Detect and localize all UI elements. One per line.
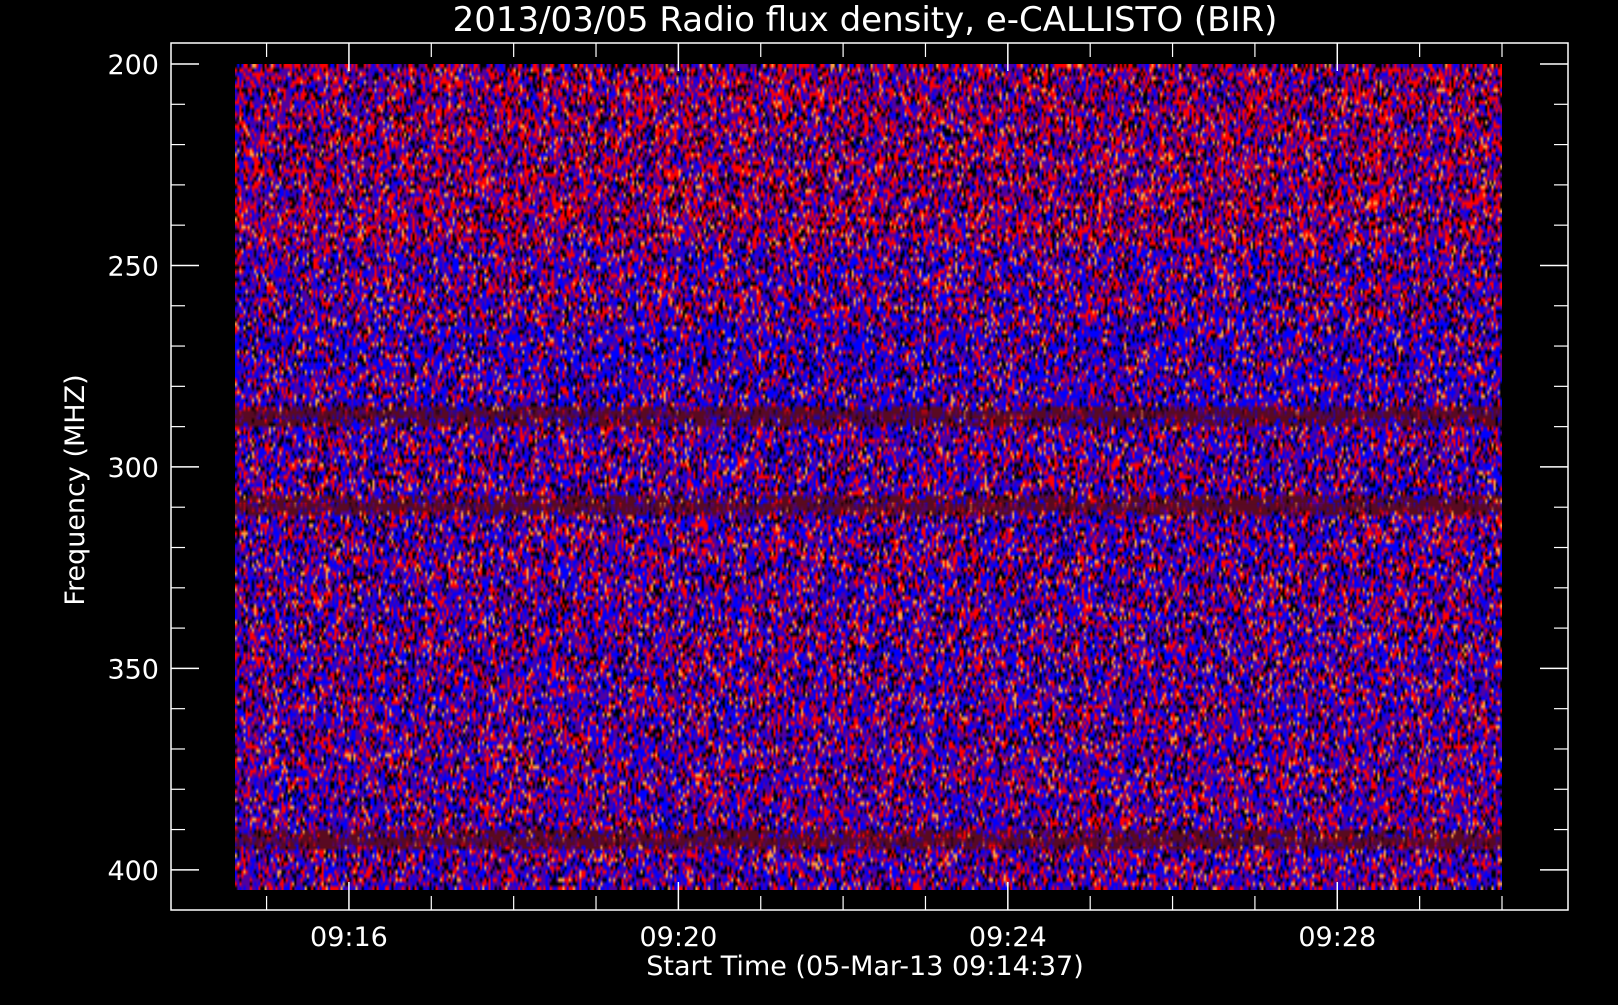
x-tick-label-0920: 09:20 [639, 922, 717, 953]
interference-band-0 [235, 411, 1502, 418]
y-axis-label: Frequency (MHZ) [60, 374, 91, 605]
y-tick-label-400: 400 [107, 856, 159, 887]
y-tick-label-300: 300 [107, 453, 159, 484]
chart-title: 2013/03/05 Radio flux density, e-CALLIST… [453, 0, 1278, 40]
x-axis-label: Start Time (05-Mar-13 09:14:37) [646, 951, 1084, 982]
y-tick-label-250: 250 [107, 251, 159, 282]
x-tick-label-0928: 09:28 [1298, 922, 1376, 953]
interference-band-1 [235, 504, 1502, 511]
chart-svg: 200 250 300 350 400 09:16 09:20 09:24 09:28 2013… [0, 0, 1618, 1000]
spectrogram-chart: 200 250 300 350 400 09:16 09:20 09:24 09:28 2013… [0, 0, 1618, 1000]
x-tick-label-0916: 09:16 [310, 922, 388, 953]
interference-band-2 [235, 838, 1502, 845]
x-tick-label-0924: 09:24 [969, 922, 1047, 953]
y-tick-label-350: 350 [107, 654, 159, 685]
y-tick-label-200: 200 [107, 50, 159, 81]
spectrogram-heatmap [235, 64, 1502, 890]
